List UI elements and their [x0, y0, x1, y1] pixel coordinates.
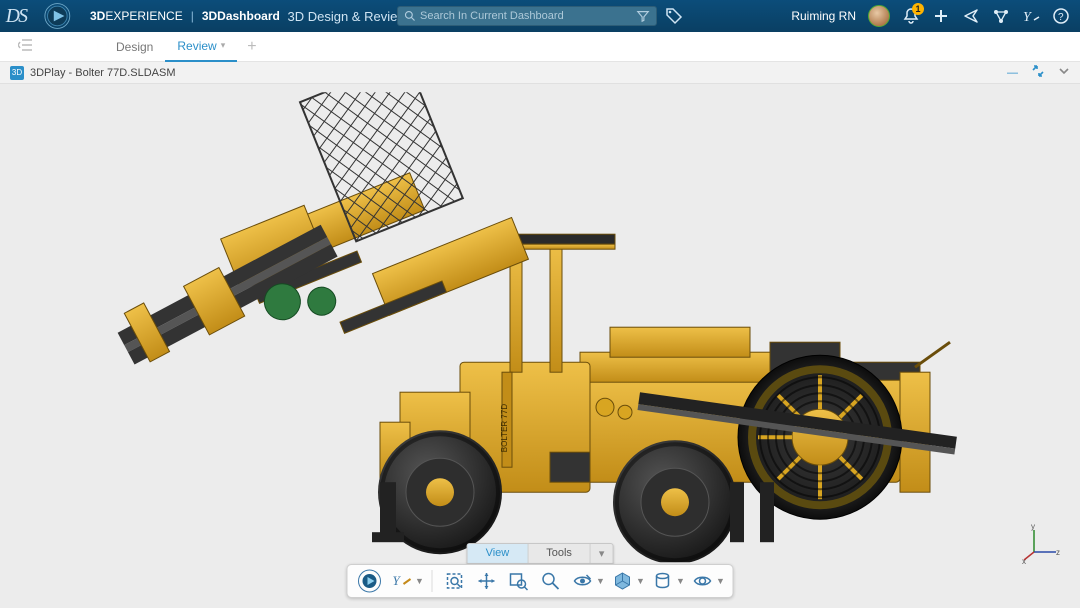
chevron-down-icon[interactable]	[1058, 65, 1070, 80]
app-header: D S 3DEXPERIENCE | 3DDashboard 3D Design…	[0, 0, 1080, 32]
toolbar-separator	[432, 570, 433, 592]
minimize-icon[interactable]: —	[1007, 67, 1018, 79]
tooltab-view[interactable]: View	[468, 544, 529, 563]
help-icon[interactable]: ?	[1052, 7, 1070, 25]
orbit-icon[interactable]	[356, 567, 384, 595]
svg-text:y: y	[1031, 524, 1035, 531]
expand-handle-icon[interactable]	[18, 38, 34, 55]
axis-triad: y z x	[1022, 524, 1062, 564]
render-mode-icon[interactable]	[609, 567, 637, 595]
search-area	[397, 6, 683, 26]
tab-design[interactable]: Design	[104, 32, 165, 62]
network-icon[interactable]	[992, 7, 1010, 25]
brand-separator: |	[187, 9, 198, 23]
file-title: 3DPlay - Bolter 77D.SLDASM	[30, 67, 176, 79]
viewport-3d[interactable]: BOLTER 77D	[0, 84, 1080, 608]
subnav: Design Review▾ +	[0, 32, 1080, 62]
tab-review[interactable]: Review▾	[165, 32, 237, 62]
search-input[interactable]	[420, 10, 636, 22]
file-bar: 3D 3DPlay - Bolter 77D.SLDASM —	[0, 62, 1080, 84]
tool-tabstrip: View Tools ▾	[467, 543, 614, 564]
model-render: BOLTER 77D	[80, 92, 1000, 562]
section-icon[interactable]	[649, 567, 677, 595]
brand-rest: EXPERIENCE	[105, 9, 182, 23]
avatar[interactable]	[868, 5, 890, 27]
dropdown-caret-icon[interactable]: ▼	[637, 576, 645, 586]
tooltab-chevron-icon[interactable]: ▾	[591, 544, 613, 563]
svg-text:Y: Y	[393, 573, 402, 588]
share-icon[interactable]	[962, 7, 980, 25]
zoom-window-icon[interactable]	[505, 567, 533, 595]
search-icon	[404, 10, 416, 22]
brand-bold: 3D	[90, 9, 105, 23]
svg-text:?: ?	[1058, 12, 1064, 23]
visibility-icon[interactable]	[689, 567, 717, 595]
dropdown-caret-icon[interactable]: ▼	[677, 576, 685, 586]
app-icon: 3D	[10, 66, 24, 80]
svg-text:x: x	[1022, 557, 1026, 564]
notification-badge: 1	[912, 3, 924, 15]
look-at-icon[interactable]	[569, 567, 597, 595]
dropdown-caret-icon[interactable]: ▼	[717, 576, 725, 586]
tag-icon[interactable]	[665, 7, 683, 25]
notifications-icon[interactable]: 1	[902, 7, 920, 25]
svg-text:z: z	[1056, 548, 1060, 557]
header-right: Ruiming RN 1 Y ?	[791, 5, 1070, 27]
brand-bar: 3DEXPERIENCE | 3DDashboard 3D Design & R…	[90, 9, 427, 24]
dropdown-caret-icon[interactable]: ▼	[416, 576, 424, 586]
compass-icon[interactable]: Y	[1022, 7, 1040, 25]
dropdown-caret-icon[interactable]: ▼	[597, 576, 605, 586]
pan-icon[interactable]	[473, 567, 501, 595]
tooltab-tools[interactable]: Tools	[528, 544, 591, 563]
chevron-down-icon: ▾	[221, 40, 226, 51]
svg-text:BOLTER 77D: BOLTER 77D	[500, 404, 509, 453]
ds-logo[interactable]: D S	[4, 0, 84, 32]
user-name[interactable]: Ruiming RN	[791, 9, 856, 23]
filter-icon[interactable]	[636, 9, 650, 23]
section-dropdown[interactable]: 3D Design & Review	[284, 9, 407, 24]
search-box[interactable]	[397, 6, 657, 26]
view-toolbar: Y ▼ ▼ ▼ ▼ ▼	[347, 564, 734, 598]
dashboard-label: 3DDashboard	[202, 9, 280, 23]
zoom-icon[interactable]	[537, 567, 565, 595]
add-icon[interactable]	[932, 7, 950, 25]
fit-view-icon[interactable]	[441, 567, 469, 595]
svg-text:Y: Y	[1023, 10, 1033, 25]
collapse-icon[interactable]	[1032, 65, 1044, 80]
add-tab-button[interactable]: +	[237, 38, 266, 56]
svg-text:S: S	[18, 6, 28, 27]
axis-wand-icon[interactable]: Y	[388, 567, 416, 595]
file-bar-actions: —	[1007, 65, 1070, 80]
